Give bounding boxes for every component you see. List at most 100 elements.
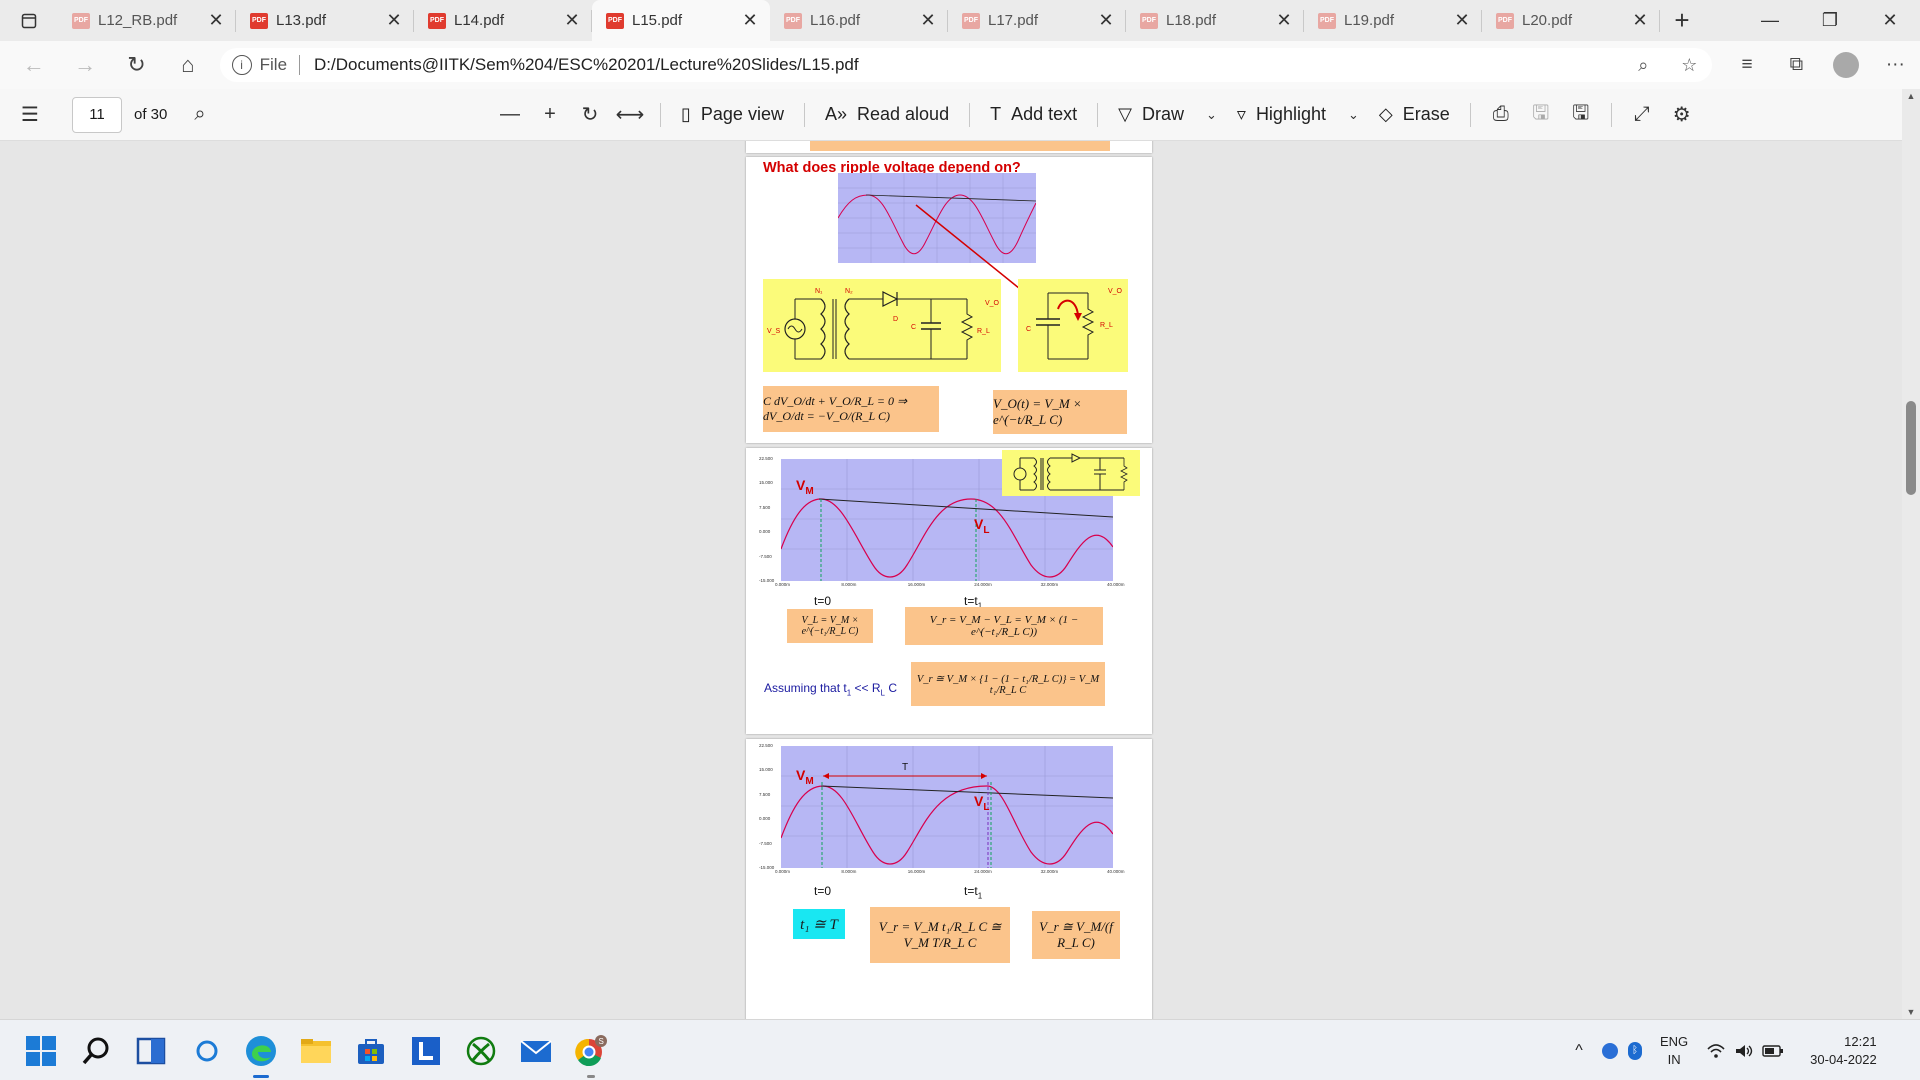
y-tick-label: 15.000 [759,767,773,773]
fullscreen-button[interactable]: ⤢ [1622,103,1662,126]
taskbar-l-app[interactable] [409,1034,443,1068]
save-as-button[interactable]: 🖫 [1561,98,1601,132]
draw-button[interactable]: ▽ Draw ⌄ [1108,95,1227,135]
taskbar-edge[interactable] [244,1034,278,1078]
profile-button[interactable] [1821,52,1870,78]
fit-page-button[interactable]: ⟷ [610,102,650,127]
taskbar-file-explorer[interactable] [299,1034,333,1068]
chevron-down-icon[interactable]: ⌄ [1206,107,1217,123]
add-favorite-icon[interactable]: ☆ [1666,55,1712,76]
home-button[interactable]: ⌂ [162,52,213,78]
refresh-button[interactable]: ↻ [111,52,162,78]
tab-l12[interactable]: PDF L12_RB.pdf ✕ [58,0,236,41]
tab-label: L18.pdf [1166,12,1217,29]
close-icon[interactable]: ✕ [562,10,582,31]
minimize-button[interactable]: — [1740,0,1800,41]
rotate-button[interactable]: ↻ [570,102,610,127]
task-view-button[interactable] [134,1034,168,1068]
address-input[interactable]: i File D:/Documents@IITK/Sem%204/ESC%202… [219,48,1713,82]
new-tab-button[interactable]: + [1660,0,1704,41]
scrollbar-thumb[interactable] [1906,401,1916,495]
search-button[interactable] [79,1034,113,1068]
tab-l14[interactable]: PDF L14.pdf ✕ [414,0,592,41]
xbox-icon [466,1036,496,1066]
system-tray: ^ ᛒ ENG IN 12:21 30-04-2022 [1568,1020,1877,1080]
mail-icon [520,1040,552,1062]
tab-l20[interactable]: PDF L20.pdf ✕ [1482,0,1660,41]
assumption-note: Assuming that t1 << RL C [764,681,897,697]
restore-button[interactable]: ❐ [1800,0,1860,41]
close-icon[interactable]: ✕ [1274,10,1294,31]
back-button[interactable]: ← [8,52,59,78]
search-icon[interactable]: ⌕ [180,103,220,126]
contents-icon[interactable]: ☰ [10,102,50,127]
window-close-button[interactable]: ✕ [1860,0,1920,41]
forward-button[interactable]: → [59,52,110,78]
volume-icon[interactable] [1734,1043,1754,1059]
language-indicator[interactable]: ENG IN [1660,1033,1688,1069]
zoom-in-button[interactable]: + [530,103,570,126]
scroll-up-icon[interactable]: ▲ [1902,91,1920,101]
start-button[interactable] [24,1034,58,1068]
tab-l15[interactable]: PDF L15.pdf ✕ [592,0,770,41]
print-button[interactable]: ⎙ [1481,103,1521,126]
y-tick-label: 22.500 [759,743,773,748]
zoom-icon[interactable]: ⌕ [1620,55,1666,76]
info-icon[interactable]: i [231,55,252,75]
close-icon[interactable]: ✕ [740,10,760,31]
close-icon[interactable]: ✕ [206,10,226,31]
pdf-viewer[interactable]: What does ripple voltage depend on? N₁ N… [0,141,1902,1019]
bluetooth-icon[interactable]: ᛒ [1628,1041,1642,1060]
read-aloud-label: Read aloud [857,104,950,124]
erase-button[interactable]: ◇ Erase [1369,95,1460,135]
taskbar-store[interactable] [354,1034,388,1068]
collections-button[interactable]: ⧉ [1772,54,1821,76]
page-view-button[interactable]: ▯ Page view [671,95,794,135]
url-text[interactable]: D:/Documents@IITK/Sem%204/ESC%20201/Lect… [314,55,1620,75]
scroll-down-icon[interactable]: ▼ [1902,1007,1920,1017]
read-aloud-icon: A» [824,104,847,124]
settings-button[interactable]: ⚙ [1662,102,1702,127]
tab-l18[interactable]: PDF L18.pdf ✕ [1126,0,1304,41]
close-icon[interactable]: ✕ [1630,10,1650,31]
chrome-icon: S [575,1035,607,1067]
cortana-button[interactable] [190,1034,224,1068]
x-tick-label: 0.000m [775,582,791,587]
save-button[interactable]: 🖫 [1521,98,1561,132]
tray-app-icon[interactable] [1602,1042,1618,1059]
close-icon[interactable]: ✕ [384,10,404,31]
close-icon[interactable]: ✕ [918,10,938,31]
close-icon[interactable]: ✕ [1096,10,1116,31]
favorites-button[interactable]: ≡ [1722,54,1771,76]
label-vl-sub: L [983,801,990,813]
tab-l13[interactable]: PDF L13.pdf ✕ [236,0,414,41]
chevron-down-icon[interactable]: ⌄ [1348,107,1359,123]
tab-actions-button[interactable] [0,0,58,41]
clock[interactable]: 12:21 30-04-2022 [1810,1033,1877,1069]
tab-l17[interactable]: PDF L17.pdf ✕ [948,0,1126,41]
pdf-toolbar: ☰ 11 of 30 ⌕ — + ↻ ⟷ ▯ Page view A» Read a… [0,89,1920,141]
tray-overflow-icon[interactable]: ^ [1568,1042,1590,1060]
equation-vr-frequency: V_r ≅ V_M/(f R_L C) [1032,911,1120,959]
x-tick-label: 32.000m [1040,582,1059,587]
running-indicator [587,1075,595,1078]
add-text-button[interactable]: T Add text [980,95,1087,135]
equation-box [810,141,1110,151]
label-vm: VM [796,477,814,497]
add-text-label: Add text [1011,104,1078,124]
read-aloud-button[interactable]: A» Read aloud [815,95,959,135]
active-indicator [253,1075,269,1078]
taskbar-xbox[interactable] [464,1034,498,1068]
battery-icon[interactable] [1762,1044,1784,1058]
vertical-scrollbar[interactable]: ▲ ▼ [1902,89,1920,1019]
close-icon[interactable]: ✕ [1452,10,1472,31]
page-number-input[interactable]: 11 [72,96,122,133]
taskbar-mail[interactable] [519,1034,553,1068]
more-button[interactable]: ··· [1871,54,1920,76]
tab-l19[interactable]: PDF L19.pdf ✕ [1304,0,1482,41]
wifi-icon[interactable] [1706,1043,1726,1059]
tab-l16[interactable]: PDF L16.pdf ✕ [770,0,948,41]
zoom-out-button[interactable]: — [490,103,530,126]
taskbar-chrome[interactable]: S [574,1034,608,1078]
highlight-button[interactable]: ▿ Highlight ⌄ [1227,95,1369,135]
